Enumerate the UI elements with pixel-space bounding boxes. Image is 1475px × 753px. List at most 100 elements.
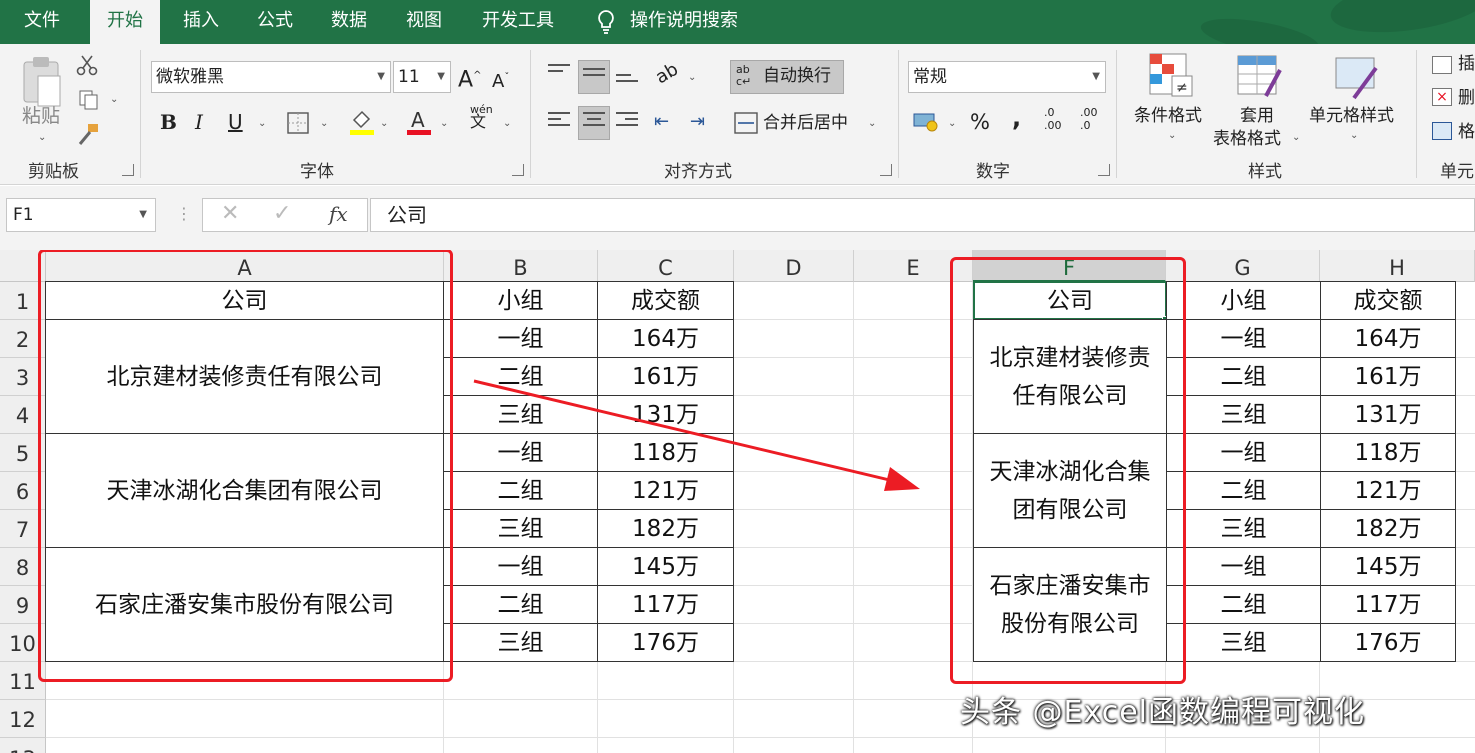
decrease-decimal-button[interactable]: .00 .0 (1080, 106, 1098, 132)
group-cell[interactable]: 一组 (443, 319, 598, 358)
chevron-down-icon[interactable]: ⌄ (1350, 130, 1358, 141)
group-cell[interactable]: 三组 (443, 509, 598, 548)
column-header-c[interactable]: C (598, 250, 734, 282)
underline-button[interactable]: U (228, 110, 243, 134)
formula-input[interactable]: 公司 (370, 198, 1475, 232)
amount-cell[interactable]: 182万 (597, 509, 734, 548)
amount-cell[interactable]: 145万 (597, 547, 734, 586)
group-cell[interactable]: 二组 (1166, 471, 1321, 510)
cut-icon[interactable] (76, 54, 98, 76)
align-right-icon[interactable] (616, 112, 638, 132)
group-cell[interactable]: 三组 (443, 623, 598, 662)
format-cells-button[interactable]: 格 (1458, 120, 1475, 144)
insert-function-button[interactable]: fx (329, 202, 348, 226)
chevron-down-icon[interactable]: ⌄ (503, 118, 511, 129)
chevron-down-icon[interactable]: ⌄ (440, 118, 448, 129)
paste-dropdown-icon[interactable]: ⌄ (38, 132, 46, 143)
amount-cell[interactable]: 164万 (597, 319, 734, 358)
amount-cell[interactable]: 176万 (597, 623, 734, 662)
amount-cell[interactable]: 117万 (597, 585, 734, 624)
insert-cells-icon[interactable] (1432, 56, 1452, 74)
group-cell[interactable]: 三组 (1166, 509, 1321, 548)
group-cell[interactable]: 一组 (1166, 319, 1321, 358)
bold-button[interactable]: B (160, 110, 177, 134)
increase-indent-icon[interactable]: ⇥ (690, 110, 705, 134)
chevron-down-icon[interactable]: ⌄ (948, 118, 956, 129)
amount-cell[interactable]: 131万 (1320, 395, 1456, 434)
column-header-b[interactable]: B (444, 250, 598, 282)
column-header-d[interactable]: D (734, 250, 854, 282)
delete-cells-button[interactable]: 删 (1458, 86, 1475, 110)
tab-data[interactable]: 数据 (314, 0, 384, 44)
group-cell[interactable]: 一组 (443, 547, 598, 586)
amount-cell[interactable]: 121万 (1320, 471, 1456, 510)
more-dots-icon[interactable]: ⋮ (176, 204, 192, 223)
chevron-down-icon[interactable]: ⌄ (258, 118, 266, 129)
fill-color-icon[interactable] (349, 108, 375, 136)
group-cell[interactable]: 三组 (1166, 395, 1321, 434)
format-as-table-line1[interactable]: 套用 (1240, 104, 1274, 128)
format-as-table-icon[interactable] (1236, 54, 1282, 100)
chevron-down-icon[interactable]: ⌄ (1168, 130, 1176, 141)
amount-cell[interactable]: 161万 (1320, 357, 1456, 396)
decrease-font-icon[interactable]: Aˇ (492, 66, 509, 94)
group-cell[interactable]: 三组 (1166, 623, 1321, 662)
chevron-down-icon[interactable]: ⌄ (1292, 132, 1300, 143)
chevron-down-icon[interactable]: ⌄ (688, 72, 696, 83)
increase-decimal-button[interactable]: .0 .00 (1044, 106, 1062, 132)
tab-developer[interactable]: 开发工具 (468, 0, 568, 44)
merge-center-icon[interactable] (734, 112, 758, 134)
amount-cell[interactable]: 145万 (1320, 547, 1456, 586)
tab-home[interactable]: 开始 (90, 0, 160, 44)
amount-cell[interactable]: 182万 (1320, 509, 1456, 548)
copy-icon[interactable] (78, 89, 100, 111)
format-as-table-button[interactable]: 表格格式 (1213, 127, 1281, 151)
font-size-dropdown[interactable]: 11 ▼ (393, 61, 451, 93)
font-launcher-icon[interactable] (512, 164, 524, 176)
alignment-launcher-icon[interactable] (880, 164, 892, 176)
increase-font-icon[interactable]: A^ (458, 64, 481, 92)
chevron-down-icon[interactable]: ⌄ (868, 118, 876, 129)
phonetic-guide-icon[interactable]: wén 文 (470, 104, 493, 130)
italic-button[interactable]: I (195, 110, 203, 134)
format-painter-icon[interactable] (76, 122, 102, 146)
column-header-h[interactable]: H (1320, 250, 1475, 282)
amount-cell[interactable]: 176万 (1320, 623, 1456, 662)
orientation-icon[interactable]: ab (652, 58, 683, 90)
row-header-12[interactable]: 12 (0, 700, 46, 738)
cell-g1-header[interactable]: 小组 (1166, 281, 1321, 320)
delete-cells-icon[interactable]: × (1432, 88, 1452, 106)
tab-formulas[interactable]: 公式 (240, 0, 310, 44)
row-header-13[interactable]: 13 (0, 738, 46, 753)
merge-center-button[interactable]: 合并后居中 (763, 111, 848, 135)
conditional-formatting-icon[interactable]: ≠ (1148, 52, 1194, 100)
insert-cells-button[interactable]: 插 (1458, 52, 1475, 76)
accounting-format-icon[interactable] (912, 110, 940, 134)
tab-file[interactable]: 文件 (0, 0, 84, 44)
tell-me-search[interactable]: 操作说明搜索 (630, 0, 750, 44)
name-box[interactable]: F1 ▼ (6, 198, 156, 232)
amount-cell[interactable]: 117万 (1320, 585, 1456, 624)
group-cell[interactable]: 二组 (1166, 585, 1321, 624)
cell-styles-button[interactable]: 单元格样式 (1309, 104, 1394, 128)
cell-c1-header[interactable]: 成交额 (597, 281, 734, 320)
number-launcher-icon[interactable] (1098, 164, 1110, 176)
conditional-formatting-button[interactable]: 条件格式 (1134, 104, 1202, 128)
group-cell[interactable]: 一组 (1166, 547, 1321, 586)
amount-cell[interactable]: 164万 (1320, 319, 1456, 358)
align-center-icon[interactable] (583, 112, 605, 132)
column-header-g[interactable]: G (1166, 250, 1320, 282)
clipboard-launcher-icon[interactable] (122, 164, 134, 176)
worksheet[interactable]: ABCDEFGH 12345678910111213 公司小组成交额北京建材装修… (0, 250, 1475, 753)
group-cell[interactable]: 二组 (443, 585, 598, 624)
percent-style-button[interactable]: % (970, 110, 990, 134)
cancel-icon[interactable]: ✕ (221, 201, 239, 226)
align-left-icon[interactable] (548, 112, 570, 132)
wrap-text-button[interactable]: 自动换行 (763, 64, 831, 88)
number-format-dropdown[interactable]: 常规 ▼ (908, 61, 1106, 93)
format-cells-icon[interactable] (1432, 122, 1452, 140)
font-name-dropdown[interactable]: 微软雅黑 ▼ (151, 61, 391, 93)
chevron-down-icon[interactable]: ⌄ (380, 118, 388, 129)
enter-icon[interactable]: ✓ (273, 201, 291, 226)
group-cell[interactable]: 二组 (1166, 357, 1321, 396)
